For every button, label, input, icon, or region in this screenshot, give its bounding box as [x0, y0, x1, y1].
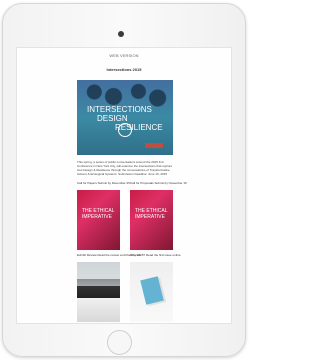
book-image	[130, 262, 173, 322]
intro-text: This spring, a series of public conversa…	[77, 160, 173, 176]
hero-banner: INTERSECTIONS DESIGN RESILIENCE	[77, 80, 173, 155]
hero-title-line1: INTERSECTIONS	[87, 105, 152, 114]
home-button[interactable]	[107, 330, 132, 355]
web-version-link[interactable]: WEB VERSION	[17, 53, 231, 58]
card-call-for-proposals[interactable]: Call for Proposals Submit by November 15…	[130, 181, 187, 250]
card-label: Call for Proposals Submit by November 15	[130, 181, 187, 185]
card-label: Exhibit Review Read the review at Artfor…	[77, 253, 142, 257]
card-call-for-papers[interactable]: Call for Papers Submit by December 25 TH…	[77, 181, 130, 250]
camera-icon	[118, 31, 124, 37]
card-label: Why 2015? Read the first issue online	[130, 253, 181, 257]
card-why-2015[interactable]: Why 2015? Read the first issue online	[130, 253, 181, 322]
hero-accent-bar	[145, 143, 163, 148]
hero-badge-icon	[118, 123, 132, 137]
card-image: THE ETHICAL IMPERATIVE	[130, 190, 173, 250]
tablet-device: WEB VERSION Intersections 2015 INTERSECT…	[2, 3, 246, 357]
book-icon	[140, 276, 164, 305]
card-image-text: THE ETHICAL IMPERATIVE	[82, 208, 115, 220]
card-label: Call for Papers Submit by December 25	[77, 181, 130, 185]
card-image-text: THE ETHICAL IMPERATIVE	[135, 208, 168, 220]
page-title: Intersections 2015	[106, 67, 142, 72]
card-exhibit-review[interactable]: Exhibit Review Read the review at Artfor…	[77, 253, 142, 322]
hero-title-line2: DESIGN	[97, 114, 128, 123]
tablet-screen: WEB VERSION Intersections 2015 INTERSECT…	[16, 47, 232, 324]
gallery-image	[77, 262, 120, 322]
card-image: THE ETHICAL IMPERATIVE	[77, 190, 120, 250]
